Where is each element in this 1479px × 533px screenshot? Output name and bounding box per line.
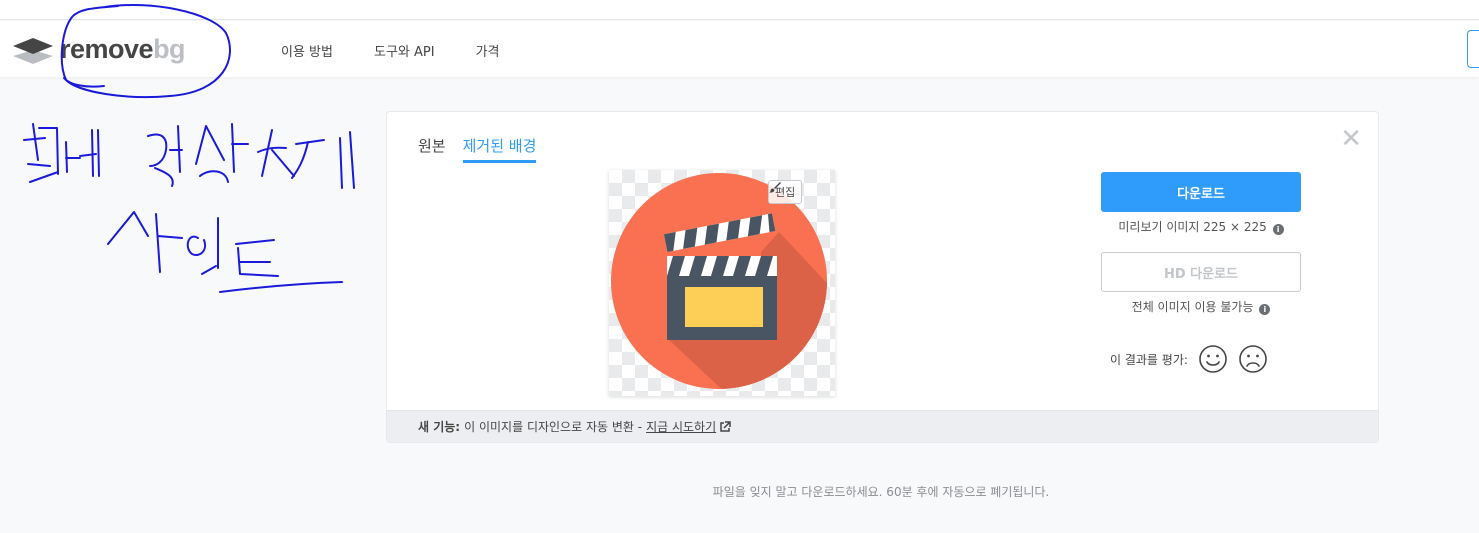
annotation-char-2: [65, 129, 100, 177]
nav-link-tools-api[interactable]: 도구와 API: [374, 41, 435, 60]
edit-button[interactable]: 편집: [768, 180, 803, 204]
tab-removed-background[interactable]: 제거된 배경: [462, 135, 537, 163]
new-feature-text: 이 이미지를 디자인으로 자동 변환 -: [464, 420, 643, 434]
smile-icon[interactable]: [1198, 344, 1228, 374]
download-caption: 미리보기 이미지 225 × 225 i: [1101, 218, 1301, 235]
annotation-char-5: [257, 129, 325, 179]
annotation-char-8: [186, 217, 219, 275]
new-feature-banner: 새 기능: 이 이미지를 디자인으로 자동 변환 - 지금 시도하기: [387, 410, 1378, 442]
nav-link-how-to[interactable]: 이용 방법: [281, 41, 333, 60]
logo-word-bg: bg: [153, 33, 186, 64]
logo-word-remove: remove: [60, 33, 154, 64]
download-caption-text: 미리보기 이미지 225 × 225: [1118, 220, 1267, 234]
annotation-logo-tail: [63, 77, 105, 88]
info-icon[interactable]: i: [1272, 224, 1284, 235]
rating-row: 이 결과를 평가:: [1110, 344, 1268, 374]
try-now-link[interactable]: 지금 시도하기: [646, 418, 716, 435]
external-link-icon[interactable]: [719, 420, 731, 433]
nav-cutoff-button[interactable]: [1467, 30, 1479, 68]
logo-wordmark: removebg: [60, 33, 186, 65]
annotation-char-4: [195, 123, 249, 183]
brush-icon: [769, 182, 781, 193]
hd-caption-text: 전체 이미지 이용 불가능: [1131, 300, 1254, 314]
rating-label: 이 결과를 평가:: [1110, 352, 1188, 367]
hd-download-button[interactable]: HD 다운로드: [1101, 252, 1301, 292]
frown-icon[interactable]: [1238, 344, 1268, 374]
annotation-char-1: [23, 123, 59, 183]
annotation-char-6: [339, 131, 355, 189]
auto-delete-notice: 파일을 잊지 말고 다운로드하세요. 60분 후에 자동으로 폐기됩니다.: [712, 485, 1050, 499]
result-preview: 편집: [609, 170, 835, 396]
annotation-char-3: [147, 125, 183, 187]
hd-caption: 전체 이미지 이용 불가능 i: [1101, 298, 1301, 315]
logo-layers-icon: [13, 38, 53, 64]
download-button[interactable]: 다운로드: [1101, 172, 1301, 212]
nav-link-pricing[interactable]: 가격: [476, 41, 500, 60]
result-tabs: 원본 제거된 배경: [418, 135, 537, 163]
new-feature-label: 새 기능:: [418, 420, 461, 434]
clapperboard-icon: [611, 173, 827, 389]
result-card: 원본 제거된 배경 ✕ 편집 다운로드 미리보기 이미지 225 × 225 i…: [386, 111, 1379, 443]
browser-top-strip: [0, 0, 1479, 20]
annotation-char-9: [235, 239, 279, 277]
removebg-logo[interactable]: removebg: [12, 33, 186, 65]
close-icon[interactable]: ✕: [1340, 126, 1362, 152]
info-icon[interactable]: i: [1259, 304, 1271, 315]
nav-links: 이용 방법 도구와 API 가격: [281, 41, 500, 60]
annotation-char-7: [107, 211, 183, 273]
tab-original[interactable]: 원본: [418, 135, 446, 163]
annotation-underline: [219, 281, 343, 293]
top-navbar: removebg 이용 방법 도구와 API 가격: [0, 21, 1479, 77]
